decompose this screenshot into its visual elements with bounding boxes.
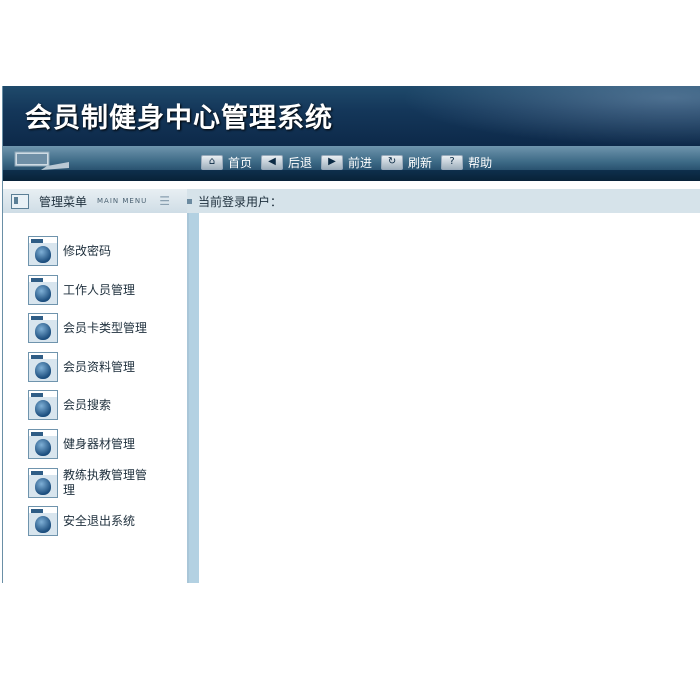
sidebar-item-staff-management[interactable]: 工作人员管理	[28, 275, 135, 305]
user-card-icon	[28, 390, 58, 420]
app-title: 会员制健身中心管理系统	[25, 103, 333, 134]
user-card-icon	[28, 236, 58, 266]
user-card-icon	[28, 468, 58, 498]
current-user-label: 当前登录用户：	[198, 194, 283, 209]
sidebar-item-label: 健身器材管理	[63, 436, 136, 451]
refresh-button[interactable]: ↻ 刷新	[381, 154, 432, 171]
sidebar-item-logout[interactable]: 安全退出系统	[28, 506, 135, 536]
sidebar-item-member-search[interactable]: 会员搜索	[28, 390, 111, 420]
home-icon: ⌂	[201, 154, 223, 170]
sidebar-item-label: 会员资料管理	[63, 359, 136, 374]
user-card-icon	[28, 313, 58, 343]
sidebar-item-equipment-management[interactable]: 健身器材管理	[28, 429, 135, 459]
home-label: 首页	[228, 155, 253, 170]
menu-panel-icon	[11, 193, 29, 209]
sidebar-divider	[189, 213, 199, 583]
current-user-info: 当前登录用户：	[187, 189, 282, 213]
menu-collapse-icon[interactable]: ☰	[159, 194, 170, 208]
help-label: 帮助	[468, 155, 493, 170]
back-label: 后退	[288, 155, 313, 170]
panel-header-bar: 管理菜单 MAIN MENU ☰ 当前登录用户：	[3, 189, 700, 213]
sidebar-item-label: 修改密码	[63, 243, 112, 258]
main-content-area	[199, 213, 700, 583]
header-banner: 会员制健身中心管理系统	[3, 86, 700, 146]
forward-arrow-icon: ▶	[321, 154, 344, 170]
sidebar-item-member-profile-management[interactable]: 会员资料管理	[28, 352, 135, 382]
forward-button[interactable]: ▶ 前进	[321, 154, 372, 171]
nav-buttons: ⌂ 首页 ◀ 后退 ▶ 前进 ↻ 刷新 ? 帮助	[201, 154, 501, 170]
toolbar: ⌂ 首页 ◀ 后退 ▶ 前进 ↻ 刷新 ? 帮助	[3, 146, 700, 181]
sidebar-item-label: 安全退出系统	[63, 513, 136, 528]
sidebar-item-label: 工作人员管理	[63, 282, 136, 297]
back-button[interactable]: ◀ 后退	[261, 154, 312, 171]
app-window: 会员制健身中心管理系统 ⌂ 首页 ◀ 后退 ▶ 前进 ↻ 刷新 ? 帮助 管理菜…	[2, 86, 700, 583]
refresh-icon: ↻	[381, 154, 404, 170]
forward-label: 前进	[348, 155, 373, 170]
computer-graphic-icon	[14, 151, 69, 170]
menu-header: 管理菜单 MAIN MENU ☰	[3, 189, 187, 213]
back-arrow-icon: ◀	[261, 154, 284, 170]
user-card-icon	[28, 429, 58, 459]
sidebar-item-label: 会员卡类型管理	[63, 320, 148, 335]
sidebar-item-label: 会员搜索	[63, 397, 112, 412]
refresh-label: 刷新	[408, 155, 433, 170]
sidebar-item-change-password[interactable]: 修改密码	[28, 236, 111, 266]
sidebar-item-label: 教练执教管理管理	[63, 468, 148, 497]
bullet-icon	[187, 198, 192, 204]
user-card-icon	[28, 506, 58, 536]
sidebar-item-coach-management[interactable]: 教练执教管理管理	[28, 468, 158, 498]
help-icon: ?	[441, 154, 464, 170]
menu-title-en: MAIN MENU	[97, 197, 148, 205]
sidebar-item-card-type-management[interactable]: 会员卡类型管理	[28, 313, 147, 343]
home-button[interactable]: ⌂ 首页	[201, 154, 252, 171]
help-button[interactable]: ? 帮助	[441, 154, 492, 171]
sidebar-menu: 修改密码 工作人员管理 会员卡类型管理 会员资料管理 会员搜索 健身器材管理 教…	[3, 213, 189, 583]
user-card-icon	[28, 352, 58, 382]
user-card-icon	[28, 275, 58, 305]
menu-title: 管理菜单	[39, 194, 88, 209]
